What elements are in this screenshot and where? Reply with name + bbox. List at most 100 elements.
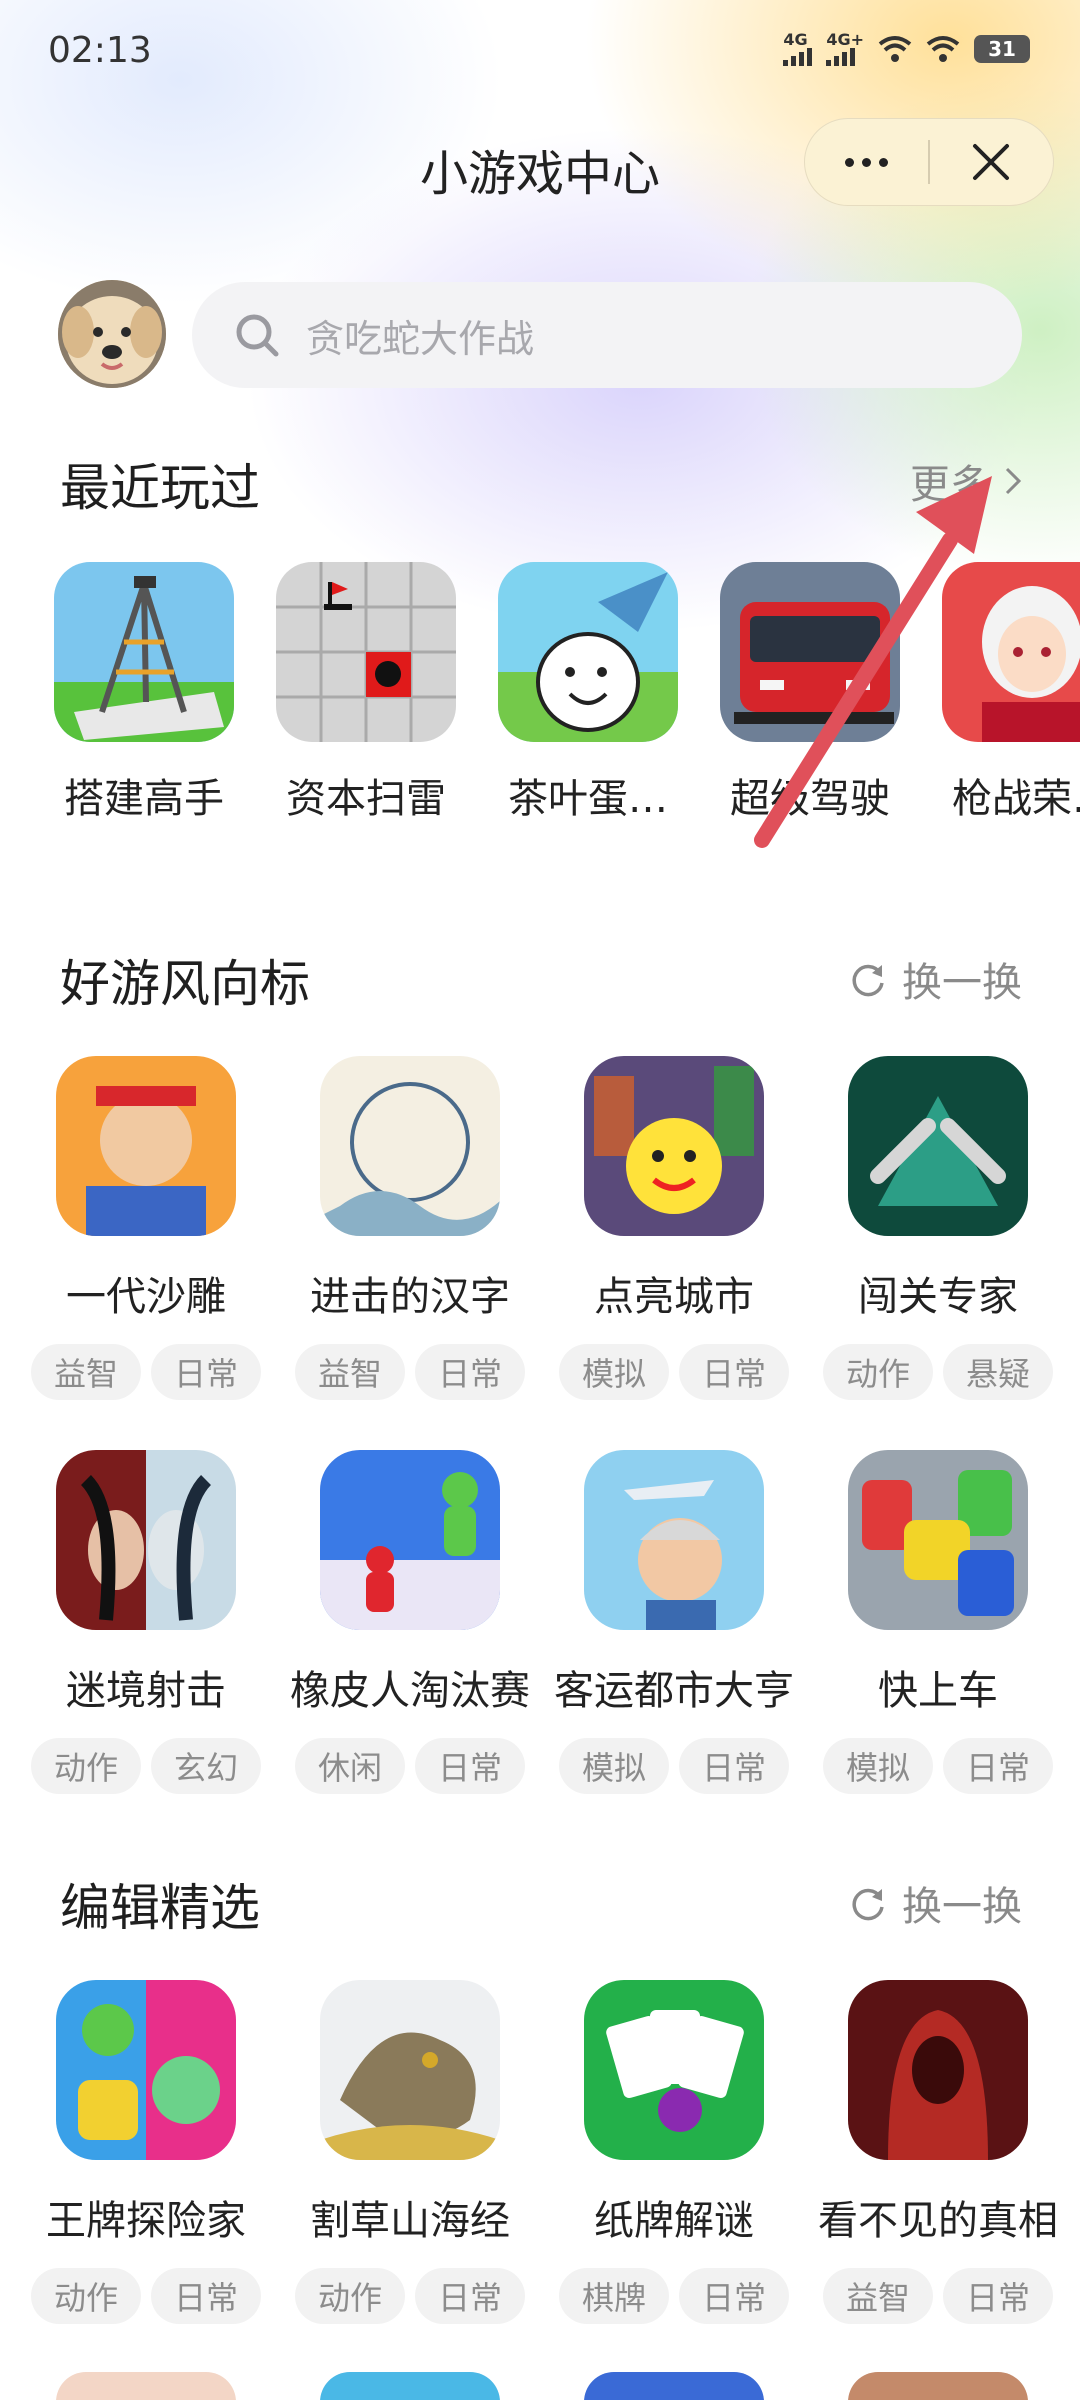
signal-sim2-icon: 4G+ — [826, 32, 864, 66]
game-card[interactable]: 纸牌解谜 棋牌 日常 — [542, 1980, 806, 2324]
editor-refresh-label: 换一换 — [902, 1884, 1022, 1930]
tag: 日常 — [415, 1738, 525, 1794]
status-bar: 02:13 4G 4G+ 31 — [0, 0, 1080, 100]
car-jam-game-icon — [848, 1450, 1028, 1630]
tag: 动作 — [31, 2268, 141, 2324]
partial-game-icon — [584, 2372, 764, 2400]
sim1-label: 4G — [783, 30, 808, 49]
recent-item[interactable]: 超级驾驶 — [720, 562, 900, 824]
recent-item[interactable]: 资本扫雷 — [276, 562, 456, 824]
tag: 日常 — [679, 1738, 789, 1794]
recent-item-name: 茶叶蛋… — [508, 776, 668, 822]
tag: 模拟 — [823, 1738, 933, 1794]
tag-group: 动作 日常 — [14, 2268, 278, 2324]
game-name: 看不见的真相 — [818, 2198, 1058, 2244]
recent-item-name: 枪战荣… — [952, 776, 1080, 822]
sim2-label: 4G+ — [826, 30, 864, 49]
minesweeper-game-icon — [276, 562, 456, 742]
battery-icon: 31 — [974, 35, 1030, 63]
partial-game-icon — [320, 2372, 500, 2400]
dragon-game-icon — [320, 1980, 500, 2160]
tag-group: 模拟 日常 — [542, 1344, 806, 1400]
game-card[interactable]: 割草山海经 动作 日常 — [278, 1980, 542, 2324]
game-name: 迷境射击 — [66, 1668, 226, 1714]
tag: 益智 — [31, 1344, 141, 1400]
status-icons: 4G 4G+ 31 — [783, 32, 1030, 66]
partial-game-icon — [848, 2372, 1028, 2400]
search-placeholder: 贪吃蛇大作战 — [306, 316, 535, 361]
tag: 玄幻 — [151, 1738, 261, 1794]
game-card[interactable]: 快上车 模拟 日常 — [806, 1450, 1070, 1794]
title-bar: 小游戏中心 — [0, 110, 1080, 220]
tag: 模拟 — [559, 1344, 669, 1400]
tripod-tower-game-icon — [54, 562, 234, 742]
shadiao-game-icon — [56, 1056, 236, 1236]
tag-group: 动作 悬疑 — [806, 1344, 1070, 1400]
editor-refresh-button[interactable]: 换一换 — [848, 1874, 1022, 1932]
card-puzzle-game-icon — [584, 1980, 764, 2160]
game-card[interactable]: 迷境射击 动作 玄幻 — [14, 1450, 278, 1794]
game-card[interactable]: 进击的汉字 益智 日常 — [278, 1056, 542, 1400]
tag: 动作 — [31, 1738, 141, 1794]
tag: 棋牌 — [559, 2268, 669, 2324]
close-button[interactable] — [930, 118, 1053, 206]
game-name: 闯关专家 — [858, 1274, 1018, 1320]
game-name: 进击的汉字 — [310, 1274, 510, 1320]
tag: 日常 — [943, 2268, 1053, 2324]
tag: 日常 — [151, 2268, 261, 2324]
tea-egg-game-icon — [498, 562, 678, 742]
tag: 日常 — [415, 1344, 525, 1400]
game-card[interactable]: 一代沙雕 益智 日常 — [14, 1056, 278, 1400]
search-bar[interactable]: 贪吃蛇大作战 — [192, 282, 1022, 388]
tag: 动作 — [823, 1344, 933, 1400]
recent-item[interactable]: 搭建高手 — [54, 562, 234, 824]
signal-sim1-icon: 4G — [783, 30, 813, 66]
game-card[interactable]: 橡皮人淘汰赛 休闲 日常 — [278, 1450, 542, 1794]
recent-item-name: 搭建高手 — [64, 776, 224, 822]
trending-refresh-button[interactable]: 换一换 — [848, 950, 1022, 1008]
tag: 休闲 — [295, 1738, 405, 1794]
game-name: 纸牌解谜 — [594, 2198, 754, 2244]
transit-tycoon-game-icon — [584, 1450, 764, 1630]
tag-group: 棋牌 日常 — [542, 2268, 806, 2324]
recent-title: 最近玩过 — [60, 459, 260, 517]
recent-item[interactable]: 枪战荣… — [942, 562, 1080, 824]
game-name: 快上车 — [878, 1668, 998, 1714]
tag: 悬疑 — [943, 1344, 1053, 1400]
dog-avatar-icon — [58, 280, 166, 388]
tag: 动作 — [295, 2268, 405, 2324]
tag-group: 休闲 日常 — [278, 1738, 542, 1794]
game-name: 点亮城市 — [594, 1274, 754, 1320]
red-bus-game-icon — [720, 562, 900, 742]
game-card[interactable]: 闯关专家 动作 悬疑 — [806, 1056, 1070, 1400]
tag-group: 益智 日常 — [278, 1344, 542, 1400]
avatar[interactable] — [58, 280, 166, 388]
game-name: 一代沙雕 — [66, 1274, 226, 1320]
chevron-right-icon — [1005, 467, 1022, 495]
tag-group: 模拟 日常 — [542, 1738, 806, 1794]
game-name: 割草山海经 — [310, 2198, 510, 2244]
tag: 日常 — [679, 1344, 789, 1400]
tag: 日常 — [415, 2268, 525, 2324]
recent-item[interactable]: 茶叶蛋… — [498, 562, 678, 824]
more-button[interactable] — [805, 118, 928, 206]
game-card[interactable]: 看不见的真相 益智 日常 — [806, 1980, 1070, 2324]
game-card[interactable]: 王牌探险家 动作 日常 — [14, 1980, 278, 2324]
game-card[interactable]: 客运都市大亨 模拟 日常 — [542, 1450, 806, 1794]
tag: 益智 — [295, 1344, 405, 1400]
recent-more-label: 更多 — [910, 462, 990, 508]
tag: 模拟 — [559, 1738, 669, 1794]
game-card[interactable]: 点亮城市 模拟 日常 — [542, 1056, 806, 1400]
hooded-figure-game-icon — [848, 1980, 1028, 2160]
tag: 日常 — [679, 2268, 789, 2324]
game-name: 王牌探险家 — [46, 2198, 246, 2244]
tag-group: 动作 玄幻 — [14, 1738, 278, 1794]
ace-explorer-game-icon — [56, 1980, 236, 2160]
hanzi-game-icon — [320, 1056, 500, 1236]
trending-refresh-label: 换一换 — [902, 960, 1022, 1006]
recent-more-button[interactable]: 更多 — [910, 452, 1022, 510]
more-dots-icon — [845, 157, 888, 167]
mini-program-capsule — [804, 118, 1054, 206]
rubber-man-game-icon — [320, 1450, 500, 1630]
tag: 日常 — [151, 1344, 261, 1400]
